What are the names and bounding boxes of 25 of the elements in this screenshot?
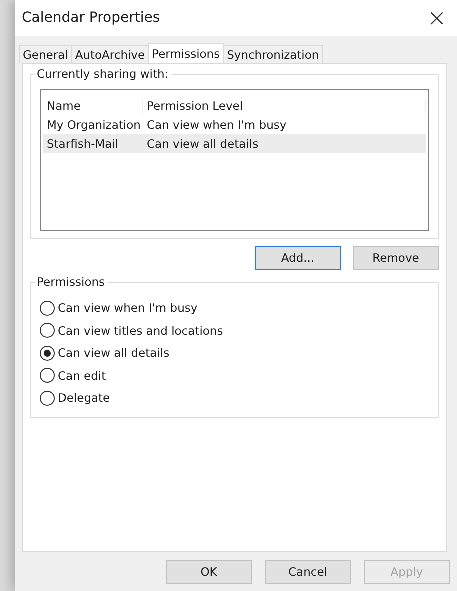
- tab[interactable]: General: [19, 45, 72, 63]
- window-title: Calendar Properties: [22, 10, 160, 26]
- tab[interactable]: Permissions: [148, 43, 224, 63]
- radio-button[interactable]: [40, 390, 55, 406]
- list-row[interactable]: Starfish-Mail Can view all details: [43, 134, 426, 153]
- dialog-button[interactable]: Cancel: [265, 560, 351, 584]
- close-button[interactable]: ×: [417, 0, 457, 36]
- radio-button[interactable]: [40, 323, 55, 338]
- radio-label[interactable]: Can view titles and locations: [58, 324, 224, 338]
- list-row[interactable]: My Organization Can view when I'm busy: [43, 115, 426, 134]
- group-title: Permissions: [35, 275, 108, 289]
- column-header[interactable]: Permission Level: [143, 98, 426, 112]
- dialog-button[interactable]: OK: [166, 560, 252, 584]
- dialog-button[interactable]: Remove: [353, 246, 439, 270]
- radio-button[interactable]: [40, 368, 55, 384]
- group-title: Currently sharing with:: [35, 67, 171, 81]
- radio-label[interactable]: Can view all details: [58, 346, 170, 360]
- column-header[interactable]: Name: [43, 98, 143, 112]
- dialog-button[interactable]: Add...: [255, 246, 341, 270]
- radio-button[interactable]: [40, 300, 55, 316]
- tab[interactable]: Synchronization: [223, 45, 324, 63]
- radio-label[interactable]: Delegate: [58, 391, 110, 406]
- radio-label[interactable]: Can view when I'm busy: [58, 301, 198, 316]
- radio-label[interactable]: Can edit: [58, 368, 106, 383]
- radio-button[interactable]: [40, 346, 55, 361]
